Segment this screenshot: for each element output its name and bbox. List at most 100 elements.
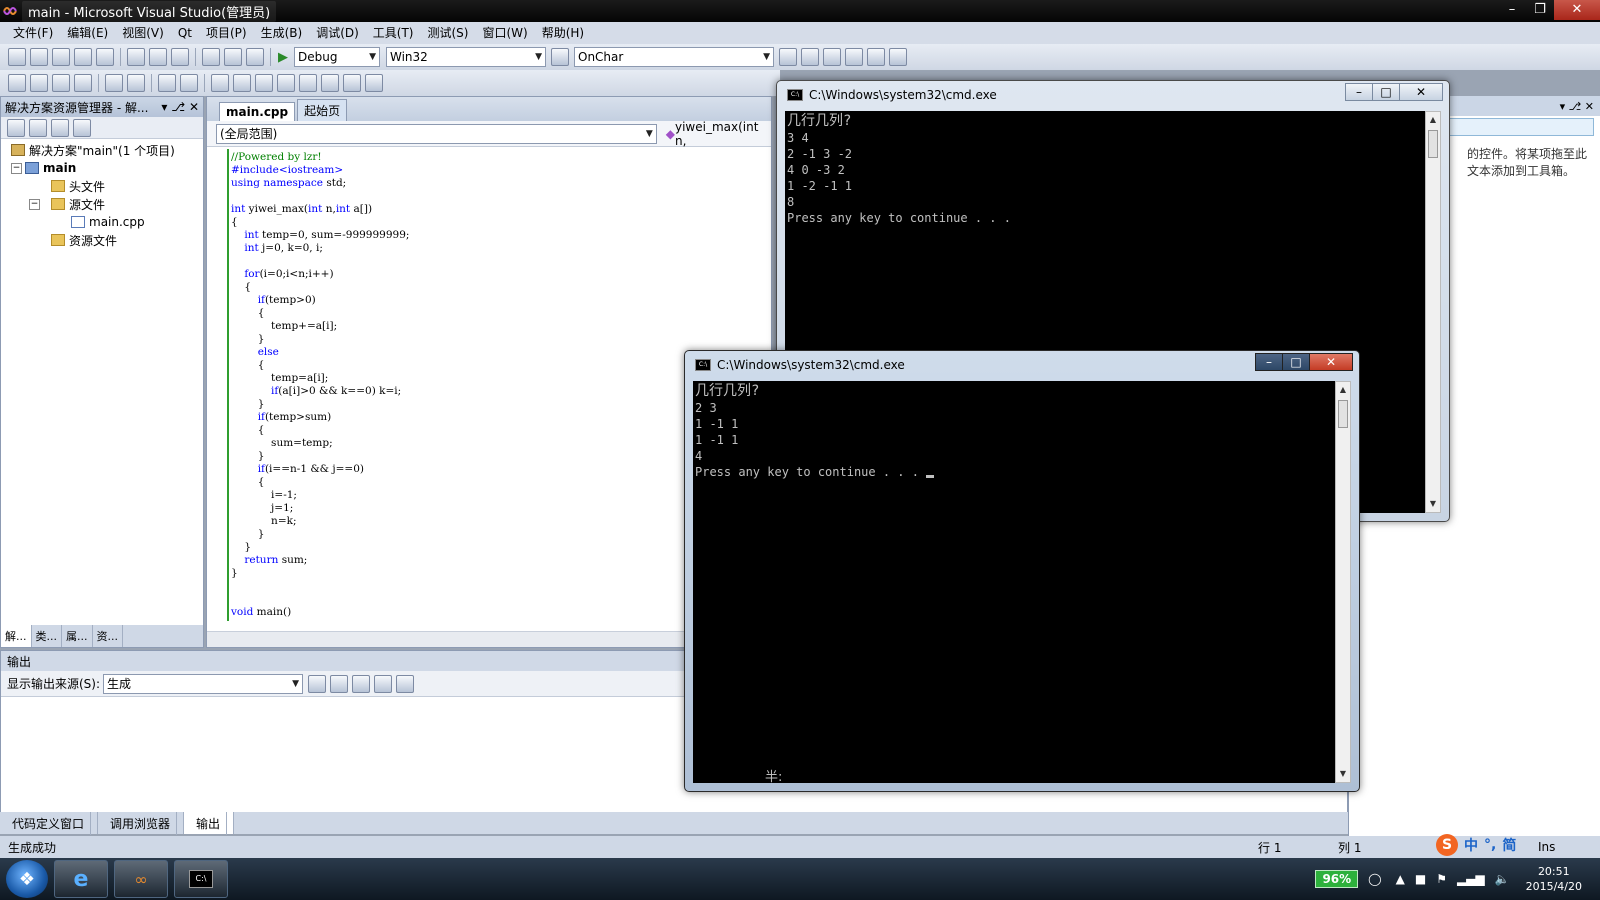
taskbar-ie[interactable]: e bbox=[54, 860, 108, 898]
tab-call-browser[interactable]: 调用浏览器 bbox=[98, 811, 185, 835]
tab-class-view[interactable]: 类... bbox=[32, 625, 62, 647]
member-list-icon[interactable] bbox=[8, 74, 26, 92]
maximize-button[interactable]: □ bbox=[1282, 353, 1310, 371]
menu-edit[interactable]: 编辑(E) bbox=[60, 22, 115, 44]
close-icon[interactable]: ✕ bbox=[1585, 100, 1594, 113]
next-message-icon[interactable] bbox=[352, 674, 371, 693]
solution-config-select[interactable]: Debug ▼ bbox=[294, 47, 380, 67]
cmd-scrollbar[interactable]: ▲ ▼ bbox=[1335, 381, 1351, 783]
tab-solution-explorer[interactable]: 解... bbox=[1, 625, 32, 647]
object-browser-icon[interactable] bbox=[823, 48, 841, 66]
new-project-icon[interactable] bbox=[8, 48, 26, 66]
copy-icon[interactable] bbox=[149, 48, 167, 66]
prev-message-icon[interactable] bbox=[330, 674, 349, 693]
cmd-window-foreground[interactable]: C:\ C:\Windows\system32\cmd.exe – □ ✕ 几行… bbox=[684, 350, 1360, 792]
increase-indent-icon[interactable] bbox=[127, 74, 145, 92]
tab-resource-view[interactable]: 资... bbox=[93, 625, 123, 647]
tab-main-cpp[interactable]: main.cpp bbox=[219, 102, 296, 121]
word-wrap-icon[interactable] bbox=[396, 674, 415, 693]
chevron-down-icon[interactable]: ▾ bbox=[161, 100, 167, 114]
tab-start-page[interactable]: 起始页 bbox=[297, 99, 348, 121]
tab-output[interactable]: 输出 bbox=[184, 811, 235, 835]
next-bookmark-icon[interactable] bbox=[255, 74, 273, 92]
ime-lang[interactable]: 中 bbox=[1464, 835, 1478, 855]
menu-project[interactable]: 项目(P) bbox=[199, 22, 254, 44]
tree-item-header-files[interactable]: 头文件 bbox=[1, 177, 203, 195]
redo-icon[interactable] bbox=[224, 48, 242, 66]
decrease-indent-icon[interactable] bbox=[105, 74, 123, 92]
scroll-thumb[interactable] bbox=[1338, 400, 1348, 428]
tree-item-main-cpp[interactable]: main.cpp bbox=[1, 213, 203, 231]
output-source-select[interactable]: 生成 ▼ bbox=[103, 673, 304, 694]
ime-toolbar[interactable]: S 中 °, 简 bbox=[1436, 834, 1516, 856]
cut-icon[interactable] bbox=[127, 48, 145, 66]
paste-icon[interactable] bbox=[171, 48, 189, 66]
prev-folder-bookmark-icon[interactable] bbox=[277, 74, 295, 92]
close-button[interactable]: ✕ bbox=[1399, 83, 1443, 101]
start-debugging-icon[interactable]: ▶ bbox=[278, 50, 288, 65]
volume-icon[interactable]: 🔈 bbox=[1495, 872, 1510, 886]
comment-icon[interactable] bbox=[158, 74, 176, 92]
tab-property-manager[interactable]: 属... bbox=[62, 625, 93, 647]
save-icon[interactable] bbox=[74, 48, 92, 66]
find-message-icon[interactable] bbox=[308, 674, 327, 693]
tree-item-resource-files[interactable]: 资源文件 bbox=[1, 231, 203, 249]
platform-select[interactable]: Win32 ▼ bbox=[386, 47, 546, 67]
ime-punct[interactable]: °, bbox=[1484, 837, 1496, 853]
open-file-icon[interactable] bbox=[52, 48, 70, 66]
scroll-down-icon[interactable]: ▼ bbox=[1426, 496, 1440, 512]
find-in-files-icon[interactable] bbox=[551, 48, 569, 66]
start-button[interactable]: ❖ bbox=[6, 860, 48, 898]
clock[interactable]: 20:51 2015/4/20 bbox=[1526, 864, 1582, 894]
taskbar-visual-studio[interactable]: ∞ bbox=[114, 860, 168, 898]
scroll-down-icon[interactable]: ▼ bbox=[1336, 766, 1350, 782]
refresh-icon[interactable] bbox=[51, 118, 69, 137]
undo-icon[interactable] bbox=[202, 48, 220, 66]
menu-view[interactable]: 视图(V) bbox=[115, 22, 171, 44]
command-window-icon[interactable] bbox=[889, 48, 907, 66]
signal-icon[interactable]: ▂▄▆ bbox=[1457, 872, 1485, 886]
close-button[interactable]: ✕ bbox=[1309, 353, 1353, 371]
battery-indicator[interactable]: 96% bbox=[1315, 870, 1359, 888]
prev-bookmark-icon[interactable] bbox=[233, 74, 251, 92]
scroll-up-icon[interactable]: ▲ bbox=[1336, 382, 1350, 398]
pin-icon[interactable]: ⎇ bbox=[171, 100, 185, 114]
menu-debug[interactable]: 调试(D) bbox=[309, 22, 366, 44]
close-button[interactable]: ✕ bbox=[1554, 0, 1600, 20]
toolbox-icon[interactable] bbox=[845, 48, 863, 66]
menu-tools[interactable]: 工具(T) bbox=[366, 22, 421, 44]
menu-test[interactable]: 测试(S) bbox=[421, 22, 476, 44]
next-folder-bookmark-icon[interactable] bbox=[299, 74, 317, 92]
restore-button[interactable]: ❐ bbox=[1526, 0, 1554, 20]
add-item-icon[interactable] bbox=[30, 48, 48, 66]
minimize-button[interactable]: – bbox=[1498, 0, 1526, 20]
solution-explorer-icon[interactable] bbox=[779, 48, 797, 66]
minimize-button[interactable]: – bbox=[1345, 83, 1373, 101]
save-all-icon[interactable] bbox=[96, 48, 114, 66]
next-doc-bookmark-icon[interactable] bbox=[343, 74, 361, 92]
tree-item-solution[interactable]: 解决方案"main"(1 个项目) bbox=[1, 141, 203, 159]
scroll-thumb[interactable] bbox=[1428, 130, 1438, 158]
maximize-button[interactable]: □ bbox=[1372, 83, 1400, 101]
bookmark-icon[interactable] bbox=[211, 74, 229, 92]
start-page-icon[interactable] bbox=[867, 48, 885, 66]
clear-bookmarks-icon[interactable] bbox=[365, 74, 383, 92]
parameter-info-icon[interactable] bbox=[30, 74, 48, 92]
close-icon[interactable]: ✕ bbox=[189, 100, 199, 114]
tab-code-definition[interactable]: 代码定义窗口 bbox=[0, 811, 99, 835]
flag-icon[interactable]: ⚑ bbox=[1436, 872, 1447, 886]
complete-word-icon[interactable] bbox=[74, 74, 92, 92]
quick-info-icon[interactable] bbox=[52, 74, 70, 92]
show-all-files-icon[interactable] bbox=[29, 118, 47, 137]
properties-icon[interactable] bbox=[7, 118, 25, 137]
uncomment-icon[interactable] bbox=[180, 74, 198, 92]
class-diagram-icon[interactable] bbox=[73, 118, 91, 137]
menu-build[interactable]: 生成(B) bbox=[254, 22, 310, 44]
properties-icon[interactable] bbox=[801, 48, 819, 66]
menu-qt[interactable]: Qt bbox=[171, 22, 199, 44]
collapse-icon[interactable]: − bbox=[11, 162, 22, 174]
tree-item-project[interactable]: − main bbox=[1, 159, 203, 177]
tree-item-source-files[interactable]: − 源文件 bbox=[1, 195, 203, 213]
navigate-icon[interactable] bbox=[246, 48, 264, 66]
minimize-button[interactable]: – bbox=[1255, 353, 1283, 371]
